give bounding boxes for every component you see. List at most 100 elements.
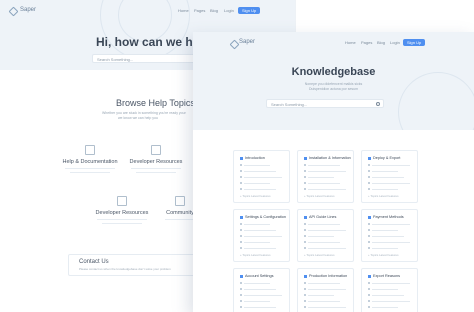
card-title-text: Payment Methods: [373, 215, 404, 219]
card-footer[interactable]: + Topics Latest Features: [240, 194, 271, 198]
placeholder-line: [244, 189, 276, 190]
contact-box[interactable]: Contact Us Please contact us when the kn…: [68, 254, 208, 276]
article-link[interactable]: [240, 306, 276, 308]
signup-button[interactable]: Sign Up: [403, 39, 426, 46]
nav-pages[interactable]: Pages: [194, 8, 205, 13]
placeholder-line: [372, 295, 404, 296]
card-footer[interactable]: + Topics Latest Features: [368, 194, 399, 198]
article-link[interactable]: [368, 223, 410, 225]
article-link[interactable]: [240, 223, 270, 225]
article-link[interactable]: [304, 306, 346, 308]
topics-subtitle: Whether you are stuck in something you'r…: [102, 111, 186, 115]
article-link[interactable]: [240, 294, 282, 296]
article-link[interactable]: [304, 241, 340, 243]
article-link[interactable]: [240, 241, 270, 243]
article-link[interactable]: [304, 282, 340, 284]
article-link[interactable]: [368, 176, 404, 178]
article-link[interactable]: [240, 235, 282, 237]
nav-home[interactable]: Home: [178, 8, 189, 13]
category-card[interactable]: Account Settings+ Topics Latest Features: [233, 268, 290, 312]
search-input[interactable]: Search Something...: [266, 99, 384, 108]
article-link[interactable]: [368, 306, 398, 308]
placeholder-line: [308, 171, 346, 172]
placeholder-line: [244, 301, 270, 302]
category-card[interactable]: Installation & Information + Topics Lates…: [297, 150, 354, 203]
nav-blog[interactable]: Blog: [377, 40, 385, 45]
article-link[interactable]: [304, 170, 346, 172]
category-card[interactable]: Export Reasons+ Topics Latest Features: [361, 268, 418, 312]
article-link[interactable]: [240, 188, 276, 190]
article-link[interactable]: [240, 176, 282, 178]
article-link[interactable]: [368, 241, 410, 243]
article-link[interactable]: [240, 229, 276, 231]
card-footer[interactable]: + Topics Latest Features: [368, 253, 399, 257]
bullet-icon: [368, 247, 370, 249]
article-link[interactable]: [368, 182, 410, 184]
category-card[interactable]: Production Information+ Topics Latest Fe…: [297, 268, 354, 312]
article-link[interactable]: [304, 176, 334, 178]
card-title-text: API Guide Lines: [309, 215, 337, 219]
article-link[interactable]: [304, 247, 346, 249]
article-link[interactable]: [368, 247, 398, 249]
article-link[interactable]: [240, 182, 270, 184]
article-link[interactable]: [240, 282, 270, 284]
article-link[interactable]: [304, 288, 346, 290]
contact-title: Contact Us: [79, 259, 109, 265]
search-input[interactable]: Search Something...: [92, 54, 202, 63]
article-link[interactable]: [304, 235, 334, 237]
article-link[interactable]: [368, 288, 398, 290]
article-link[interactable]: [368, 188, 398, 190]
article-link[interactable]: [368, 282, 410, 284]
article-link[interactable]: [304, 294, 334, 296]
article-link[interactable]: [240, 170, 276, 172]
bullet-icon: [368, 182, 370, 184]
article-link[interactable]: [240, 164, 270, 166]
article-link[interactable]: [240, 300, 270, 302]
placeholder-line: [308, 295, 334, 296]
nav-home[interactable]: Home: [345, 40, 356, 45]
article-link[interactable]: [304, 300, 340, 302]
category-card[interactable]: Payment Methods + Topics Latest Features: [361, 209, 418, 262]
card-title-text: Settings & Configuration: [245, 215, 286, 219]
article-link[interactable]: [368, 294, 404, 296]
signup-button[interactable]: Sign Up: [238, 7, 261, 14]
search-icon[interactable]: [376, 102, 380, 106]
article-link[interactable]: [304, 182, 340, 184]
category-dev-resources[interactable]: Developer Resources: [92, 196, 152, 224]
bullet-icon: [240, 229, 242, 231]
category-card[interactable]: Deploy & Export + Topics Latest Features: [361, 150, 418, 203]
article-link[interactable]: [304, 229, 346, 231]
nav-blog[interactable]: Blog: [210, 8, 218, 13]
logo-text[interactable]: Saper: [20, 7, 36, 13]
logo-text[interactable]: Saper: [239, 39, 255, 45]
placeholder-line: [244, 183, 270, 184]
category-card[interactable]: API Guide Lines + Topics Latest Features: [297, 209, 354, 262]
bullet-icon: [304, 170, 306, 172]
category-card[interactable]: Introduction + Topics Latest Features: [233, 150, 290, 203]
category-help-docs[interactable]: Help & Documentation: [60, 145, 120, 173]
card-title: Account Settings: [240, 274, 274, 278]
nav-login[interactable]: Login: [390, 40, 400, 45]
nav-login[interactable]: Login: [224, 8, 234, 13]
article-link[interactable]: [240, 247, 276, 249]
category-dev-resources[interactable]: Developer Resources: [126, 145, 186, 173]
placeholder-line: [136, 172, 176, 173]
article-link[interactable]: [368, 235, 404, 237]
nav-pages[interactable]: Pages: [361, 40, 372, 45]
article-link[interactable]: [240, 288, 276, 290]
article-link[interactable]: [368, 300, 410, 302]
category-card[interactable]: Settings & Configuration + Topics Latest …: [233, 209, 290, 262]
article-link[interactable]: [368, 164, 410, 166]
article-link[interactable]: [304, 164, 340, 166]
article-link[interactable]: [304, 223, 340, 225]
placeholder-line: [308, 289, 346, 290]
article-link[interactable]: [368, 229, 398, 231]
card-title-text: Production Information: [309, 274, 348, 278]
card-footer[interactable]: + Topics Latest Features: [304, 194, 335, 198]
article-link[interactable]: [304, 188, 346, 190]
card-footer[interactable]: + Topics Latest Features: [304, 253, 335, 257]
placeholder-line: [244, 248, 276, 249]
article-link[interactable]: [368, 170, 398, 172]
card-footer[interactable]: + Topics Latest Features: [240, 253, 271, 257]
placeholder-line: [165, 219, 195, 220]
